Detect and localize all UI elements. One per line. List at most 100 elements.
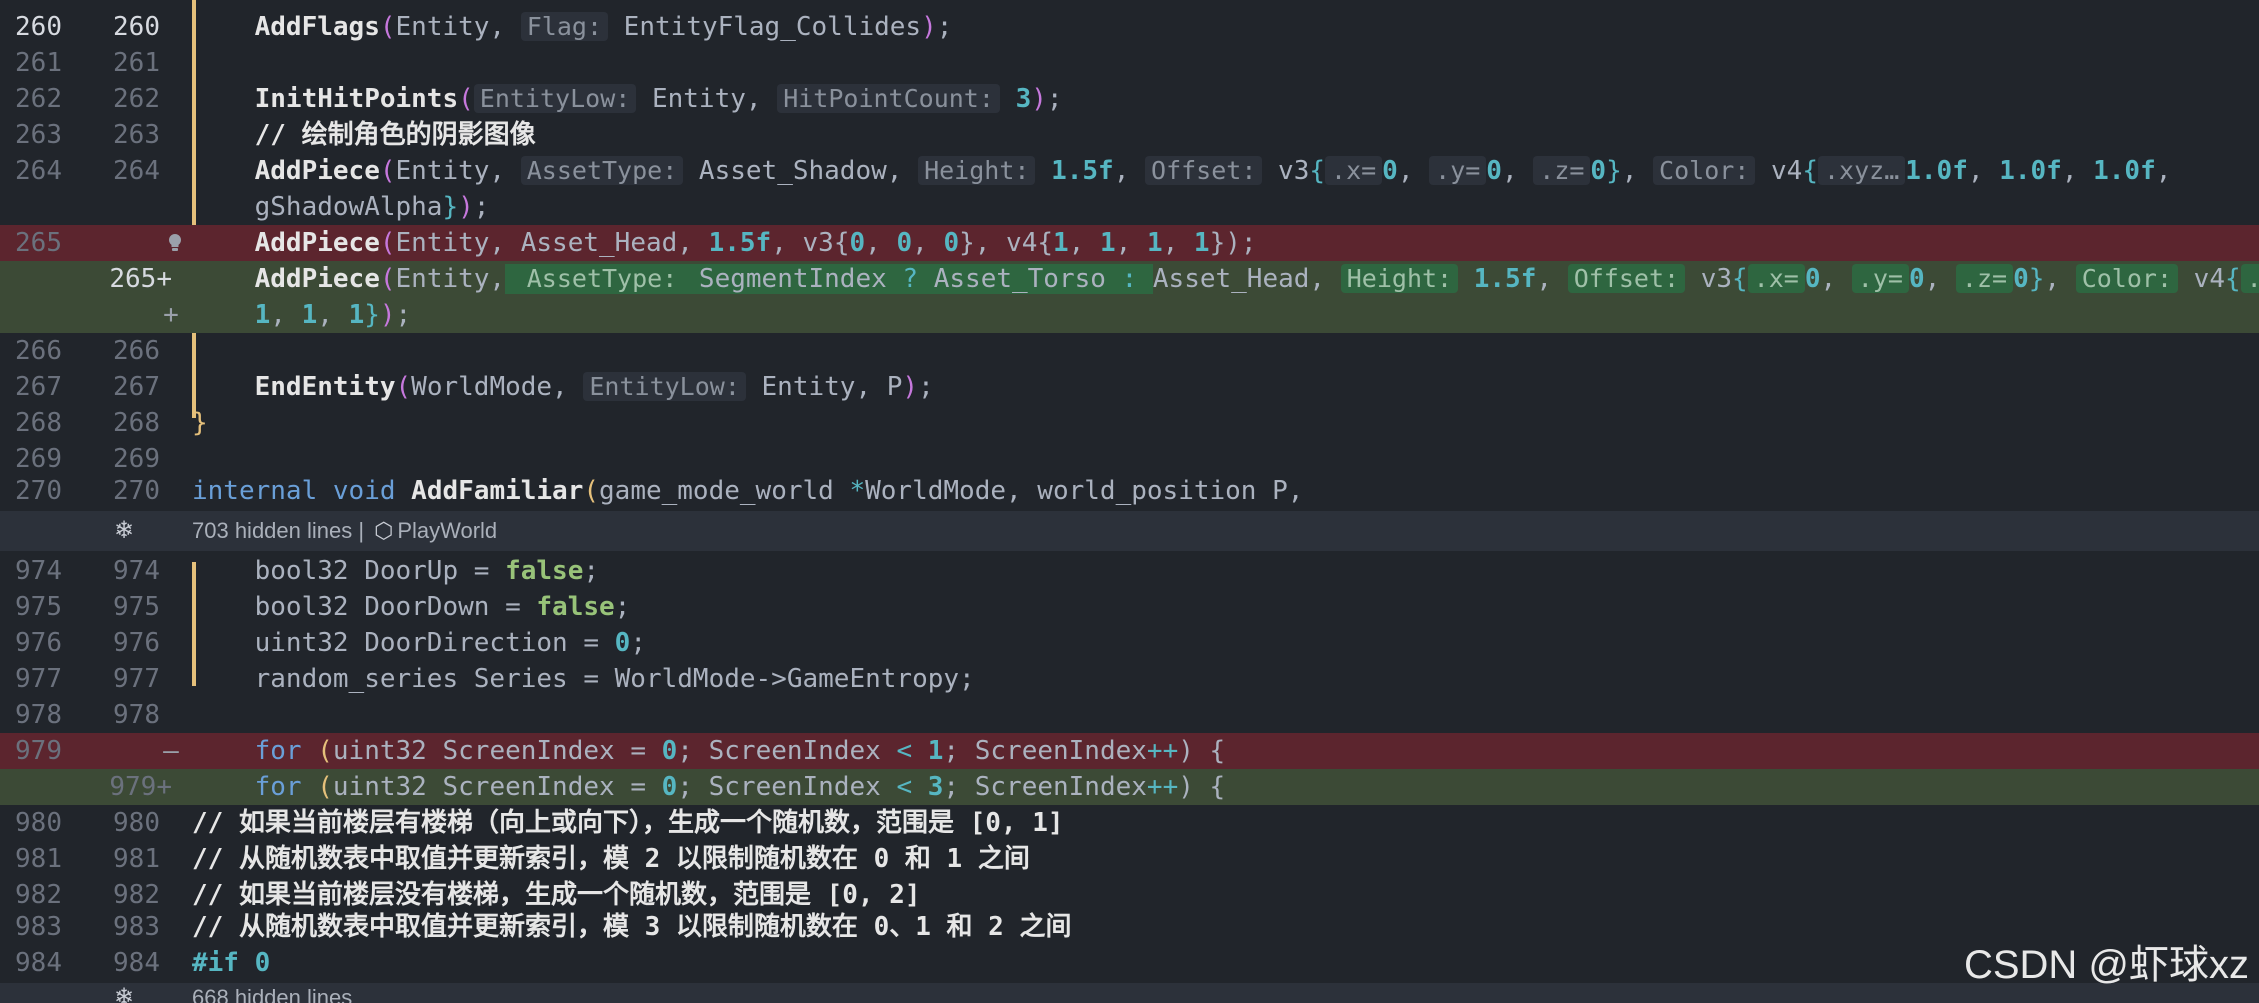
- hidden-lines-label: 703 hidden lines: [192, 518, 353, 543]
- code-line: 976 976 uint32 DoorDirection = 0;: [0, 625, 2259, 661]
- number-literal: 0: [661, 772, 678, 802]
- diff-editor: 260 260 AddFlags(Entity, Flag: EntityFla…: [0, 0, 2259, 1003]
- code-line: 264 264 AddPiece(Entity, AssetType: Asse…: [0, 153, 2259, 189]
- code-text: ;: [630, 628, 646, 658]
- code-text: , v3{: [771, 228, 850, 258]
- code-text: <: [896, 736, 913, 766]
- number-literal: 1: [348, 300, 365, 330]
- number-literal: 1.5f: [1051, 156, 1114, 186]
- new-line-number: 270: [113, 476, 160, 506]
- code-line: 270 270 internal void AddFamiliar(game_m…: [0, 473, 2259, 509]
- unfold-icon[interactable]: ❄: [114, 511, 134, 551]
- old-line-number: 981: [15, 844, 62, 874]
- code-text: ;: [583, 556, 600, 586]
- old-line-number: 265: [15, 228, 62, 258]
- code-text: EntityFlag_Collides: [623, 12, 922, 42]
- old-line-number: 974: [15, 556, 62, 586]
- number-literal: 1.0f: [2093, 156, 2156, 186]
- lightbulb-icon[interactable]: [165, 233, 185, 253]
- code-text: v4: [2193, 264, 2225, 294]
- code-text: Entity, Asset_Head,: [395, 228, 709, 258]
- code-text: ,: [1113, 156, 1146, 186]
- old-line-number: 978: [15, 700, 62, 730]
- inlay-hint: Height:: [918, 156, 1036, 185]
- code-line: 980 980 // 如果当前楼层有楼梯（向上或向下），生成一个随机数，范围是 …: [0, 805, 2259, 841]
- hidden-lines-fold[interactable]: ❄ 703 hidden lines | ⬡ PlayWorld: [0, 511, 2259, 551]
- code-text: Asset_Shadow,: [698, 156, 919, 186]
- old-line-number: 268: [15, 408, 62, 438]
- old-line-number: 980: [15, 808, 62, 838]
- old-line-number: 266: [15, 336, 62, 366]
- code-line: 261 261: [0, 45, 2259, 81]
- unfold-icon[interactable]: ❄: [114, 983, 134, 1003]
- number-literal: 0: [2013, 264, 2029, 294]
- old-line-number: 979: [15, 736, 62, 766]
- code-text: uint32 DoorDirection =: [254, 628, 615, 658]
- code-text: Asset_Torso: [933, 264, 1106, 294]
- new-line-number: 983: [113, 912, 160, 942]
- code-line: 974 974 bool32 DoorUp = false;: [0, 553, 2259, 589]
- function-name: AddPiece: [254, 156, 380, 186]
- deleted-marker: —: [163, 736, 179, 766]
- code-text: ?: [902, 264, 919, 294]
- code-text: Entity,: [395, 264, 506, 294]
- number-literal: 1.0f: [1905, 156, 1968, 186]
- old-line-number: 267: [15, 372, 62, 402]
- number-literal: 0: [849, 228, 866, 258]
- old-line-number: 976: [15, 628, 62, 658]
- code-text: v4: [1771, 156, 1803, 186]
- code-text: v3: [1700, 264, 1733, 294]
- inlay-hint: AssetType:: [520, 264, 684, 293]
- code-text: ) {: [1178, 736, 1226, 766]
- code-text: <: [896, 772, 913, 802]
- new-line-number: 974: [113, 556, 160, 586]
- code-text: ;: [614, 592, 631, 622]
- code-text: Entity, P: [761, 372, 903, 402]
- inlay-hint: .x=: [1747, 264, 1805, 293]
- comment: // 从随机数表中取值并更新索引，模 3 以限制随机数在 0、1 和 2 之间: [192, 912, 1072, 942]
- new-line-number: 261: [113, 48, 160, 78]
- number-literal: 0: [614, 628, 631, 658]
- hidden-lines-fold[interactable]: ❄ 668 hidden lines: [0, 983, 2259, 1003]
- code-line: 975 975 bool32 DoorDown = false;: [0, 589, 2259, 625]
- comment: // 绘制角色的阴影图像: [254, 120, 536, 150]
- inlay-hint: Offset:: [1145, 156, 1263, 185]
- old-line-number: 270: [15, 476, 62, 506]
- new-line-number: 266: [113, 336, 160, 366]
- function-name: InitHitPoints: [254, 84, 459, 114]
- old-line-number: 982: [15, 880, 62, 910]
- new-line-number: 979+: [109, 772, 172, 802]
- new-line-number: 982: [113, 880, 160, 910]
- inlay-hint: EntityLow:: [473, 84, 637, 113]
- number-literal: 1: [1053, 228, 1069, 258]
- keyword: internal: [192, 476, 318, 506]
- number-literal: 1: [1146, 228, 1163, 258]
- number-literal: 0: [661, 736, 678, 766]
- old-line-number: 983: [15, 912, 62, 942]
- inlay-hint: .xyz…: [2240, 264, 2259, 293]
- comment: // 从随机数表中取值并更新索引，模 2 以限制随机数在 0 和 1 之间: [192, 844, 1030, 874]
- code-text: uint32 ScreenIndex =: [332, 736, 662, 766]
- code-line: 269 269: [0, 441, 2259, 477]
- code-text: WorldMode, world_position P,: [865, 476, 1304, 506]
- old-line-number: 262: [15, 84, 62, 114]
- number-literal: 1: [1193, 228, 1210, 258]
- code-line: gShadowAlpha});: [254, 192, 490, 222]
- number-literal: 1.0f: [1999, 156, 2062, 186]
- number-literal: 0: [896, 228, 913, 258]
- added-line: 265+ AddPiece(Entity, AssetType: Segment…: [0, 261, 2259, 297]
- code-line: 981 981 // 从随机数表中取值并更新索引，模 2 以限制随机数在 0 和…: [0, 841, 2259, 877]
- new-line-number: 269: [113, 444, 160, 474]
- new-line-number: 268: [113, 408, 160, 438]
- code-text: ++: [1146, 772, 1179, 802]
- added-line: 979+ for (uint32 ScreenIndex = 0; Screen…: [0, 769, 2259, 805]
- new-line-number: 981: [113, 844, 160, 874]
- inlay-hint: .z=: [1955, 264, 2014, 293]
- hidden-lines-label: 668 hidden lines: [192, 985, 353, 1003]
- added-line: + 1, 1, 1});: [0, 297, 2259, 333]
- old-line-number: 260: [15, 12, 62, 42]
- number-literal: 1: [1099, 228, 1116, 258]
- number-literal: 3: [927, 772, 944, 802]
- code-text: WorldMode,: [411, 372, 584, 402]
- code-text: ; ScreenIndex: [677, 736, 897, 766]
